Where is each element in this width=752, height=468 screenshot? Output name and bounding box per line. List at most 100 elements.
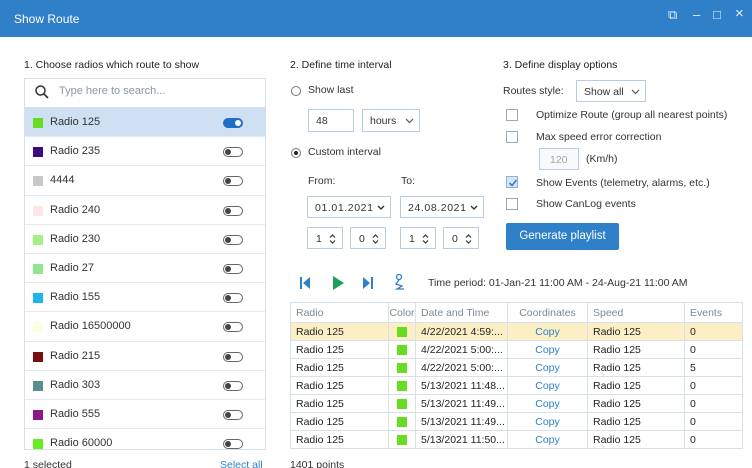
color-swatch: [33, 293, 43, 304]
table-row[interactable]: Radio 125 5/13/2021 11:49... Copy Radio 125…: [290, 394, 743, 413]
from-minute-stepper[interactable]: 0: [350, 227, 386, 249]
radio-list-item[interactable]: Radio 155: [25, 283, 265, 313]
radio-toggle[interactable]: [223, 293, 243, 304]
show-last-radio[interactable]: [291, 86, 301, 96]
radio-list-item[interactable]: Radio 230: [25, 225, 265, 254]
search-box: [25, 79, 265, 108]
maximize-icon[interactable]: □: [713, 7, 721, 22]
cell-coordinates-copy[interactable]: Copy: [507, 412, 588, 431]
close-icon[interactable]: ×: [735, 5, 744, 22]
radio-name: Radio 60000: [50, 437, 113, 450]
max-speed-unit: (Km/h): [586, 153, 618, 165]
cell-coordinates-copy[interactable]: Copy: [507, 340, 588, 359]
cell-coordinates-copy[interactable]: Copy: [507, 394, 588, 413]
play-icon[interactable]: [331, 275, 345, 291]
table-row[interactable]: Radio 125 5/13/2021 11:50... Copy Radio 125…: [290, 430, 743, 449]
header-coordinates[interactable]: Coordinates: [507, 302, 588, 323]
radio-toggle[interactable]: [223, 439, 243, 449]
radio-toggle[interactable]: [223, 351, 243, 362]
header-events[interactable]: Events: [684, 302, 743, 323]
generate-playlist-button[interactable]: Generate playlist: [506, 223, 619, 250]
radio-toggle[interactable]: [223, 205, 243, 216]
table-row[interactable]: Radio 125 4/22/2021 4:59:... Copy Radio 125…: [290, 322, 743, 341]
radio-list-item[interactable]: Radio 16500000: [25, 312, 265, 342]
show-last-input[interactable]: 48: [308, 109, 354, 132]
cell-date-time: 5/13/2021 11:48...: [415, 376, 508, 395]
max-speed-input[interactable]: 120: [539, 148, 579, 170]
radio-toggle[interactable]: [223, 263, 243, 274]
table-row[interactable]: Radio 125 5/13/2021 11:48... Copy Radio 125…: [290, 376, 743, 395]
from-date-picker[interactable]: 01.01.2021: [307, 196, 391, 218]
radio-name: Radio 16500000: [50, 320, 131, 333]
radio-name: Radio 240: [50, 203, 101, 216]
cell-radio: Radio 125: [290, 358, 389, 377]
cell-date-time: 5/13/2021 11:50...: [415, 430, 508, 449]
color-swatch: [33, 351, 43, 362]
radio-list-item[interactable]: Radio 303: [25, 371, 265, 400]
header-radio[interactable]: Radio: [290, 302, 389, 323]
cell-coordinates-copy[interactable]: Copy: [507, 430, 588, 449]
color-swatch: [33, 380, 43, 391]
color-swatch: [33, 147, 43, 158]
toggle-knob: [225, 441, 231, 448]
routes-style-select[interactable]: Show all: [576, 80, 646, 102]
radio-toggle[interactable]: [223, 176, 243, 187]
chevron-down-icon: [377, 205, 385, 210]
header-speed[interactable]: Speed: [587, 302, 685, 323]
radio-list-item[interactable]: Radio 215: [25, 342, 265, 371]
to-date-picker[interactable]: 24.08.2021: [400, 196, 484, 218]
show-last-unit-select[interactable]: hours: [362, 109, 420, 132]
from-hour-stepper[interactable]: 1: [307, 227, 343, 249]
color-swatch: [33, 263, 43, 274]
radio-list-item[interactable]: Radio 60000: [25, 429, 265, 450]
color-swatch: [33, 176, 43, 187]
from-hour: 1: [316, 233, 322, 245]
skip-to-end-icon[interactable]: [362, 275, 374, 291]
route-path-icon[interactable]: [392, 273, 406, 291]
header-color[interactable]: Color: [388, 302, 416, 323]
radio-toggle[interactable]: [223, 147, 243, 158]
radio-toggle[interactable]: [223, 409, 243, 420]
toggle-knob: [225, 207, 231, 214]
custom-interval-radio[interactable]: [291, 148, 301, 158]
max-speed-label: Max speed error correction: [536, 131, 662, 143]
optimize-route-checkbox[interactable]: [506, 109, 518, 121]
custom-interval-label: Custom interval: [308, 146, 381, 158]
to-hour-stepper[interactable]: 1: [400, 227, 436, 249]
stepper-arrows-icon: [329, 234, 336, 244]
show-events-checkbox[interactable]: [506, 176, 518, 188]
radio-toggle[interactable]: [223, 118, 243, 128]
select-all-link[interactable]: Select all: [220, 459, 263, 468]
radio-list-item[interactable]: Radio 555: [25, 400, 265, 430]
cell-speed: Radio 125: [587, 358, 685, 377]
playlist-table: Radio Color Date and Time Coordinates Sp…: [290, 302, 743, 449]
radio-list-item[interactable]: Radio 235: [25, 137, 265, 167]
toggle-knob: [235, 120, 241, 126]
radio-list-item[interactable]: 4444: [25, 166, 265, 196]
show-events-label: Show Events (telemetry, alarms, etc.): [536, 177, 710, 189]
radio-toggle[interactable]: [223, 322, 243, 333]
cell-color: [388, 340, 416, 359]
skip-to-start-icon[interactable]: [299, 275, 311, 291]
table-row[interactable]: Radio 125 4/22/2021 5:00:... Copy Radio 125…: [290, 358, 743, 377]
search-input[interactable]: [59, 85, 249, 97]
table-row[interactable]: Radio 125 4/22/2021 5:00:... Copy Radio 125…: [290, 340, 743, 359]
minimize-icon[interactable]: –: [693, 7, 700, 22]
radio-toggle[interactable]: [223, 234, 243, 245]
open-external-icon[interactable]: ⧉: [668, 7, 677, 23]
radio-list-item[interactable]: Radio 125: [25, 108, 265, 138]
radio-list-item[interactable]: Radio 27: [25, 254, 265, 284]
time-period: Time period: 01-Jan-21 11:00 AM - 24-Aug…: [428, 277, 688, 289]
show-canlog-checkbox[interactable]: [506, 198, 518, 210]
radio-toggle[interactable]: [223, 380, 243, 391]
cell-coordinates-copy[interactable]: Copy: [507, 322, 588, 341]
table-row[interactable]: Radio 125 5/13/2021 11:49... Copy Radio 125…: [290, 412, 743, 431]
cell-coordinates-copy[interactable]: Copy: [507, 358, 588, 377]
color-swatch: [33, 322, 43, 333]
radio-list-item[interactable]: Radio 240: [25, 196, 265, 225]
max-speed-checkbox[interactable]: [506, 131, 518, 143]
cell-date-time: 4/22/2021 5:00:...: [415, 358, 508, 377]
cell-coordinates-copy[interactable]: Copy: [507, 376, 588, 395]
to-minute-stepper[interactable]: 0: [443, 227, 479, 249]
header-date-time[interactable]: Date and Time: [415, 302, 508, 323]
